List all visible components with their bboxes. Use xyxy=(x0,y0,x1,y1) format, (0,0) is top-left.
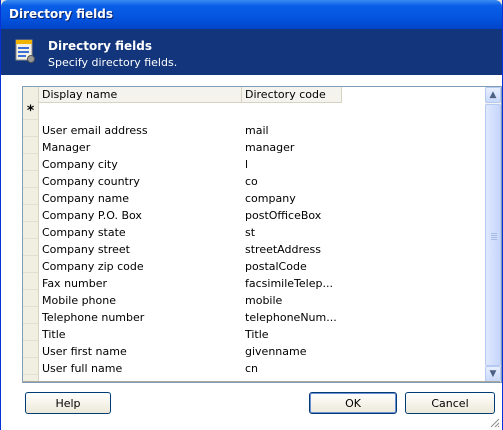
row-header-cell[interactable] xyxy=(23,358,38,375)
vertical-scrollbar[interactable]: ▲ ▼ xyxy=(485,87,501,382)
directory-code-cell[interactable]: manager xyxy=(245,139,294,156)
display-name-cell[interactable]: Company name xyxy=(42,190,129,207)
directory-code-cell[interactable]: mobile xyxy=(245,292,282,309)
directory-code-cell[interactable]: telephoneNum... xyxy=(245,309,337,326)
display-name-cell[interactable]: Telephone number xyxy=(42,309,144,326)
display-name-cell[interactable]: User first name xyxy=(42,343,127,360)
display-name-cell[interactable]: Fax number xyxy=(42,275,107,292)
display-name-cell[interactable]: Company city xyxy=(42,156,118,173)
row-header-cell[interactable] xyxy=(23,307,38,324)
dialog-content: Display name Directory code * User email… xyxy=(1,75,502,430)
row-header-column xyxy=(23,87,39,382)
directory-code-cell[interactable]: Title xyxy=(245,326,269,343)
separator xyxy=(22,381,500,385)
scroll-up-button[interactable]: ▲ xyxy=(485,87,501,103)
row-header-cell[interactable] xyxy=(23,341,38,358)
row-header-cell[interactable] xyxy=(23,171,38,188)
row-header-cell[interactable] xyxy=(23,222,38,239)
directory-code-cell[interactable]: company xyxy=(245,190,296,207)
row-header-cell[interactable] xyxy=(23,273,38,290)
display-name-cell[interactable]: Company country xyxy=(42,173,140,190)
row-header-cell[interactable] xyxy=(23,154,38,171)
new-row-marker: * xyxy=(26,103,35,119)
display-name-cell[interactable]: User email address xyxy=(42,122,148,139)
row-header-cell[interactable] xyxy=(23,188,38,205)
column-header-directory-code[interactable]: Directory code xyxy=(242,87,342,103)
display-name-cell[interactable]: User full name xyxy=(42,360,122,377)
header-title: Directory fields xyxy=(48,39,153,53)
row-header-cell[interactable] xyxy=(23,120,38,137)
window-title: Directory fields xyxy=(9,7,114,21)
directory-code-cell[interactable]: l xyxy=(245,156,248,173)
fields-grid[interactable]: Display name Directory code * User email… xyxy=(22,86,502,383)
row-header-cell[interactable] xyxy=(23,137,38,154)
display-name-cell[interactable]: Company P.O. Box xyxy=(42,207,142,224)
row-header-cell[interactable] xyxy=(23,290,38,307)
display-name-cell[interactable]: Title xyxy=(42,326,66,343)
directory-code-cell[interactable]: facsimileTelep... xyxy=(245,275,333,292)
directory-code-cell[interactable]: givenname xyxy=(245,343,306,360)
row-header-cell[interactable] xyxy=(23,239,38,256)
dialog-header: Directory fields Specify directory field… xyxy=(1,29,502,75)
scroll-down-button[interactable]: ▼ xyxy=(485,366,501,382)
help-button[interactable]: Help xyxy=(25,392,111,414)
row-header-cell[interactable] xyxy=(23,324,38,341)
directory-code-cell[interactable]: co xyxy=(245,173,258,190)
row-header-cell[interactable] xyxy=(23,256,38,273)
header-subtitle: Specify directory fields. xyxy=(48,56,178,69)
column-header-display-name[interactable]: Display name xyxy=(39,87,242,103)
scroll-thumb[interactable] xyxy=(485,104,501,366)
directory-code-cell[interactable]: streetAddress xyxy=(245,241,321,258)
display-name-cell[interactable]: Company street xyxy=(42,241,130,258)
title-bar[interactable]: Directory fields xyxy=(1,0,502,29)
directory-code-cell[interactable]: mail xyxy=(245,122,269,139)
resize-grip-icon[interactable] xyxy=(488,416,500,428)
directory-code-cell[interactable]: cn xyxy=(245,360,258,377)
display-name-cell[interactable]: Company state xyxy=(42,224,126,241)
directory-code-cell[interactable]: postOfficeBox xyxy=(245,207,321,224)
chevron-up-icon: ▲ xyxy=(489,90,497,100)
row-header-cell[interactable] xyxy=(23,205,38,222)
ok-button[interactable]: OK xyxy=(309,392,397,414)
display-name-cell[interactable]: Company zip code xyxy=(42,258,144,275)
dialog-window: Directory fields Directory fields Specif… xyxy=(0,0,503,430)
cancel-button[interactable]: Cancel xyxy=(405,392,495,414)
chevron-down-icon: ▼ xyxy=(489,369,497,379)
directory-code-cell[interactable]: postalCode xyxy=(245,258,307,275)
display-name-cell[interactable]: Mobile phone xyxy=(42,292,116,309)
grip-icon xyxy=(491,233,497,240)
directory-code-cell[interactable]: st xyxy=(245,224,255,241)
form-icon xyxy=(15,39,35,63)
display-name-cell[interactable]: Manager xyxy=(42,139,90,156)
